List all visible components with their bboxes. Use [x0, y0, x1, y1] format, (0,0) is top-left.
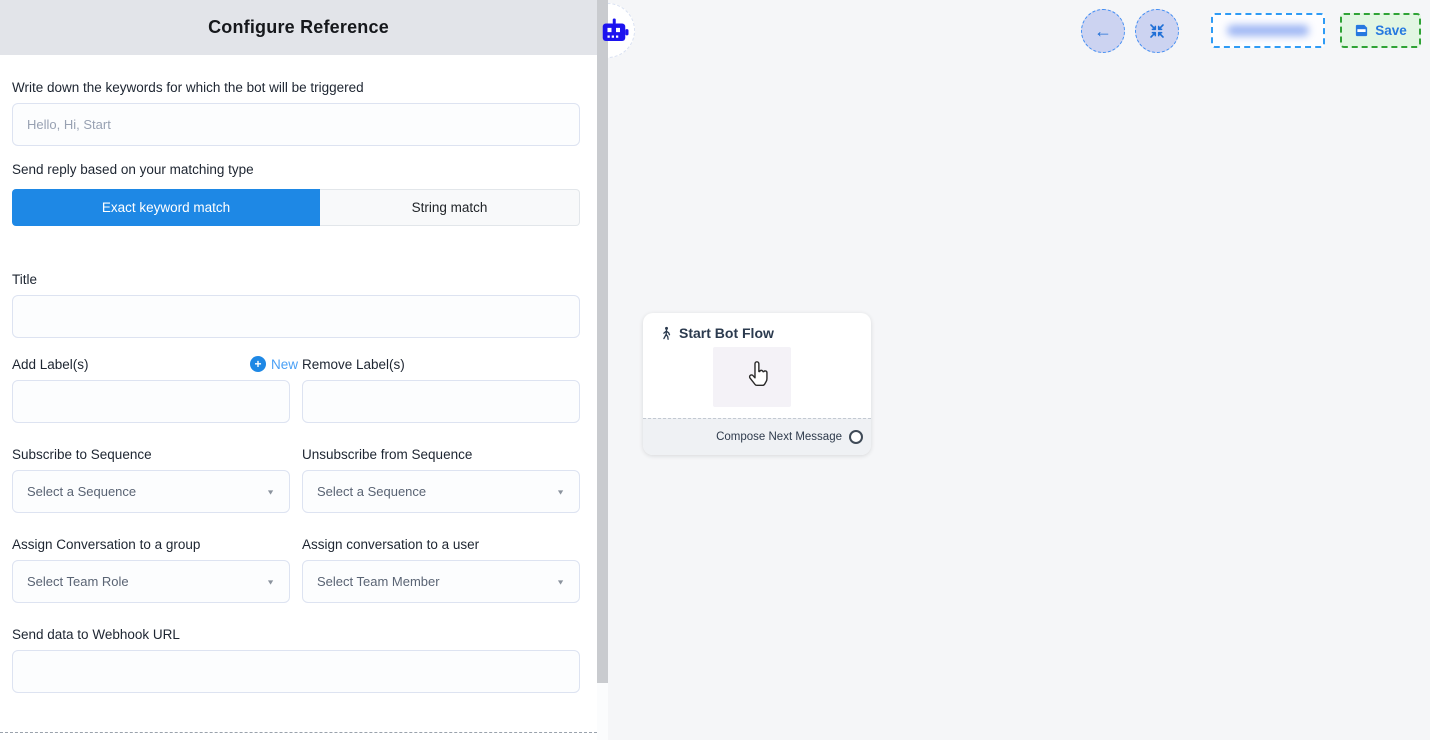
- new-label-link[interactable]: + New: [250, 356, 298, 372]
- bot-flow-builder: Configure Reference Write down the keywo…: [0, 0, 1430, 740]
- back-arrow-icon: ←: [1094, 22, 1112, 40]
- unsubscribe-sequence-label: Unsubscribe from Sequence: [302, 447, 472, 462]
- chevron-down-icon: ▼: [556, 578, 565, 586]
- title-label: Title: [12, 272, 37, 287]
- assign-user-label: Assign conversation to a user: [302, 537, 479, 552]
- walking-person-icon: [659, 326, 673, 341]
- chevron-down-icon: ▼: [266, 578, 275, 586]
- chevron-down-icon: ▼: [266, 488, 275, 496]
- save-button-label: Save: [1375, 23, 1407, 38]
- fit-view-button[interactable]: [1135, 9, 1179, 53]
- keywords-label: Write down the keywords for which the bo…: [12, 80, 364, 95]
- tab-string-match[interactable]: String match: [320, 189, 580, 226]
- title-input[interactable]: [12, 295, 580, 338]
- subscribe-sequence-select[interactable]: Select a Sequence ▼: [12, 470, 290, 513]
- panel-bottom-divider: [0, 732, 597, 733]
- flow-canvas[interactable]: Start Bot Flow Compose Next Message: [608, 0, 1430, 740]
- compose-next-message-label: Compose Next Message: [716, 431, 842, 443]
- robot-icon: [599, 16, 629, 46]
- webhook-url-label: Send data to Webhook URL: [12, 627, 180, 642]
- remove-labels-label: Remove Label(s): [302, 357, 405, 372]
- node-title: Start Bot Flow: [679, 325, 774, 341]
- subscribe-sequence-value: Select a Sequence: [27, 484, 136, 499]
- start-bot-flow-node[interactable]: Start Bot Flow Compose Next Message: [643, 313, 871, 455]
- connection-handle[interactable]: [849, 430, 863, 444]
- keywords-input[interactable]: [12, 103, 580, 146]
- fit-view-icon: [1149, 23, 1165, 39]
- save-button[interactable]: Save: [1340, 13, 1421, 48]
- unsubscribe-sequence-select[interactable]: Select a Sequence ▼: [302, 470, 580, 513]
- back-button[interactable]: ←: [1081, 9, 1125, 53]
- matching-type-label: Send reply based on your matching type: [12, 162, 254, 177]
- panel-body: Write down the keywords for which the bo…: [0, 0, 597, 740]
- save-icon: [1354, 23, 1369, 38]
- add-labels-input[interactable]: [12, 380, 290, 423]
- node-header: Start Bot Flow: [643, 313, 871, 341]
- chevron-down-icon: ▼: [556, 488, 565, 496]
- webhook-url-input[interactable]: [12, 650, 580, 693]
- scrollbar-thumb[interactable]: [597, 0, 608, 683]
- tab-exact-keyword-match[interactable]: Exact keyword match: [12, 189, 320, 226]
- hand-cursor-icon: [745, 361, 771, 389]
- assign-group-select[interactable]: Select Team Role ▼: [12, 560, 290, 603]
- configure-reference-panel: Configure Reference Write down the keywo…: [0, 0, 597, 740]
- remove-labels-input[interactable]: [302, 380, 580, 423]
- assign-group-value: Select Team Role: [27, 574, 129, 589]
- blurred-button-content: [1227, 25, 1309, 36]
- assign-user-value: Select Team Member: [317, 574, 440, 589]
- assign-group-label: Assign Conversation to a group: [12, 537, 200, 552]
- panel-scrollbar[interactable]: [597, 0, 608, 740]
- plus-icon: +: [250, 356, 266, 372]
- blurred-button[interactable]: [1211, 13, 1325, 48]
- node-footer: Compose Next Message: [643, 418, 871, 455]
- matching-type-toggle: Exact keyword match String match: [12, 189, 580, 226]
- new-label-text: New: [271, 357, 298, 372]
- assign-user-select[interactable]: Select Team Member ▼: [302, 560, 580, 603]
- subscribe-sequence-label: Subscribe to Sequence: [12, 447, 152, 462]
- unsubscribe-sequence-value: Select a Sequence: [317, 484, 426, 499]
- add-labels-label: Add Label(s): [12, 357, 89, 372]
